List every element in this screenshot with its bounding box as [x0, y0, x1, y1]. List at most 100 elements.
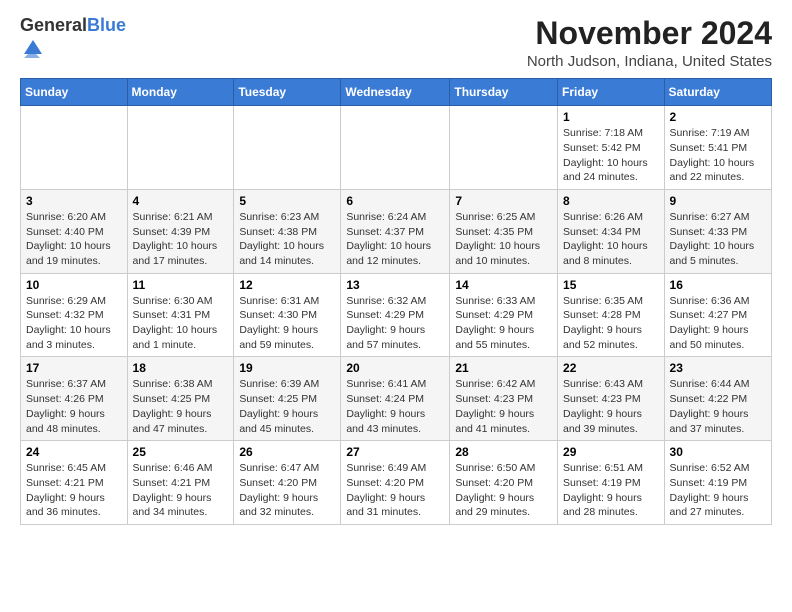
calendar-cell: [127, 106, 234, 190]
calendar-cell: [341, 106, 450, 190]
day-number: 1: [563, 110, 659, 124]
calendar-cell: 24 Sunrise: 6:45 AMSunset: 4:21 PMDayligh…: [21, 441, 128, 525]
calendar-cell: 15 Sunrise: 6:35 AMSunset: 4:28 PMDayligh…: [558, 273, 665, 357]
calendar-cell: 11 Sunrise: 6:30 AMSunset: 4:31 PMDayligh…: [127, 273, 234, 357]
weekday-header-saturday: Saturday: [664, 79, 771, 106]
day-number: 27: [346, 445, 444, 459]
calendar-cell: [21, 106, 128, 190]
weekday-header-monday: Monday: [127, 79, 234, 106]
day-detail: Sunrise: 6:50 AMSunset: 4:20 PMDaylight:…: [455, 461, 552, 520]
day-number: 26: [239, 445, 335, 459]
weekday-header-wednesday: Wednesday: [341, 79, 450, 106]
day-number: 3: [26, 194, 122, 208]
day-number: 19: [239, 361, 335, 375]
day-number: 4: [133, 194, 229, 208]
calendar-cell: 29Sunrise: 6:51 AMSunset: 4:19 PMDayligh…: [558, 441, 665, 525]
day-detail: Sunrise: 6:43 AMSunset: 4:23 PMDaylight:…: [563, 377, 659, 436]
day-detail: Sunrise: 6:37 AMSunset: 4:26 PMDaylight:…: [26, 377, 122, 436]
day-detail: Sunrise: 6:23 AMSunset: 4:38 PMDaylight:…: [239, 210, 335, 269]
day-number: 22: [563, 361, 659, 375]
day-detail: Sunrise: 6:35 AMSunset: 4:28 PMDaylight:…: [563, 294, 659, 353]
day-detail: Sunrise: 6:26 AMSunset: 4:34 PMDaylight:…: [563, 210, 659, 269]
day-number: 11: [133, 278, 229, 292]
calendar-cell: 21Sunrise: 6:42 AMSunset: 4:23 PMDayligh…: [450, 357, 558, 441]
day-number: 28: [455, 445, 552, 459]
calendar-week-row: 1 Sunrise: 7:18 AMSunset: 5:42 PMDaylight…: [21, 106, 772, 190]
calendar-cell: 18 Sunrise: 6:38 AMSunset: 4:25 PMDayligh…: [127, 357, 234, 441]
location-title: North Judson, Indiana, United States: [527, 53, 772, 70]
day-number: 20: [346, 361, 444, 375]
day-number: 2: [670, 110, 766, 124]
day-detail: Sunrise: 7:19 AMSunset: 5:41 PMDaylight:…: [670, 126, 766, 185]
calendar-cell: 27Sunrise: 6:49 AMSunset: 4:20 PMDayligh…: [341, 441, 450, 525]
day-detail: Sunrise: 6:45 AMSunset: 4:21 PMDaylight:…: [26, 461, 122, 520]
calendar-cell: 28 Sunrise: 6:50 AMSunset: 4:20 PMDayligh…: [450, 441, 558, 525]
calendar-cell: 16 Sunrise: 6:36 AMSunset: 4:27 PMDayligh…: [664, 273, 771, 357]
day-detail: Sunrise: 6:41 AMSunset: 4:24 PMDaylight:…: [346, 377, 444, 436]
calendar-cell: 4Sunrise: 6:21 AMSunset: 4:39 PMDaylight…: [127, 189, 234, 273]
weekday-header-tuesday: Tuesday: [234, 79, 341, 106]
day-detail: Sunrise: 6:20 AMSunset: 4:40 PMDaylight:…: [26, 210, 122, 269]
day-detail: Sunrise: 6:51 AMSunset: 4:19 PMDaylight:…: [563, 461, 659, 520]
day-number: 6: [346, 194, 444, 208]
calendar-cell: 8 Sunrise: 6:26 AMSunset: 4:34 PMDaylight…: [558, 189, 665, 273]
day-number: 18: [133, 361, 229, 375]
day-detail: Sunrise: 6:42 AMSunset: 4:23 PMDaylight:…: [455, 377, 552, 436]
calendar-cell: 5 Sunrise: 6:23 AMSunset: 4:38 PMDaylight…: [234, 189, 341, 273]
day-detail: Sunrise: 6:33 AMSunset: 4:29 PMDaylight:…: [455, 294, 552, 353]
calendar-cell: 22 Sunrise: 6:43 AMSunset: 4:23 PMDayligh…: [558, 357, 665, 441]
calendar-week-row: 24 Sunrise: 6:45 AMSunset: 4:21 PMDayligh…: [21, 441, 772, 525]
calendar-cell: 10 Sunrise: 6:29 AMSunset: 4:32 PMDayligh…: [21, 273, 128, 357]
day-detail: Sunrise: 6:30 AMSunset: 4:31 PMDaylight:…: [133, 294, 229, 353]
calendar-table: SundayMondayTuesdayWednesdayThursdayFrid…: [20, 78, 772, 525]
day-detail: Sunrise: 6:31 AMSunset: 4:30 PMDaylight:…: [239, 294, 335, 353]
weekday-header-friday: Friday: [558, 79, 665, 106]
day-detail: Sunrise: 7:18 AMSunset: 5:42 PMDaylight:…: [563, 126, 659, 185]
day-detail: Sunrise: 6:25 AMSunset: 4:35 PMDaylight:…: [455, 210, 552, 269]
day-detail: Sunrise: 6:32 AMSunset: 4:29 PMDaylight:…: [346, 294, 444, 353]
calendar-cell: 20 Sunrise: 6:41 AMSunset: 4:24 PMDayligh…: [341, 357, 450, 441]
day-number: 9: [670, 194, 766, 208]
calendar-cell: 7 Sunrise: 6:25 AMSunset: 4:35 PMDaylight…: [450, 189, 558, 273]
day-number: 10: [26, 278, 122, 292]
page-header: GeneralBlue November 2024 North Judson, …: [20, 16, 772, 70]
day-detail: Sunrise: 6:52 AMSunset: 4:19 PMDaylight:…: [670, 461, 766, 520]
calendar-cell: 3 Sunrise: 6:20 AMSunset: 4:40 PMDaylight…: [21, 189, 128, 273]
calendar-cell: 14 Sunrise: 6:33 AMSunset: 4:29 PMDayligh…: [450, 273, 558, 357]
day-detail: Sunrise: 6:46 AMSunset: 4:21 PMDaylight:…: [133, 461, 229, 520]
day-detail: Sunrise: 6:29 AMSunset: 4:32 PMDaylight:…: [26, 294, 122, 353]
calendar-week-row: 10 Sunrise: 6:29 AMSunset: 4:32 PMDayligh…: [21, 273, 772, 357]
day-detail: Sunrise: 6:38 AMSunset: 4:25 PMDaylight:…: [133, 377, 229, 436]
calendar-cell: 19 Sunrise: 6:39 AMSunset: 4:25 PMDayligh…: [234, 357, 341, 441]
calendar-week-row: 3 Sunrise: 6:20 AMSunset: 4:40 PMDaylight…: [21, 189, 772, 273]
calendar-cell: 6Sunrise: 6:24 AMSunset: 4:37 PMDaylight…: [341, 189, 450, 273]
calendar-cell: 26Sunrise: 6:47 AMSunset: 4:20 PMDayligh…: [234, 441, 341, 525]
day-number: 15: [563, 278, 659, 292]
title-area: November 2024 North Judson, Indiana, Uni…: [527, 16, 772, 70]
day-detail: Sunrise: 6:44 AMSunset: 4:22 PMDaylight:…: [670, 377, 766, 436]
day-number: 14: [455, 278, 552, 292]
calendar-week-row: 17Sunrise: 6:37 AMSunset: 4:26 PMDayligh…: [21, 357, 772, 441]
calendar-cell: 1 Sunrise: 7:18 AMSunset: 5:42 PMDaylight…: [558, 106, 665, 190]
day-detail: Sunrise: 6:39 AMSunset: 4:25 PMDaylight:…: [239, 377, 335, 436]
day-number: 24: [26, 445, 122, 459]
calendar-header: SundayMondayTuesdayWednesdayThursdayFrid…: [21, 79, 772, 106]
month-title: November 2024: [527, 16, 772, 51]
calendar-cell: 30 Sunrise: 6:52 AMSunset: 4:19 PMDayligh…: [664, 441, 771, 525]
calendar-cell: 23Sunrise: 6:44 AMSunset: 4:22 PMDayligh…: [664, 357, 771, 441]
day-detail: Sunrise: 6:36 AMSunset: 4:27 PMDaylight:…: [670, 294, 766, 353]
day-number: 30: [670, 445, 766, 459]
day-number: 16: [670, 278, 766, 292]
day-number: 8: [563, 194, 659, 208]
logo-blue-text: Blue: [87, 15, 126, 35]
calendar-cell: 9 Sunrise: 6:27 AMSunset: 4:33 PMDaylight…: [664, 189, 771, 273]
calendar-cell: [450, 106, 558, 190]
day-number: 7: [455, 194, 552, 208]
day-number: 12: [239, 278, 335, 292]
calendar-cell: [234, 106, 341, 190]
weekday-header-sunday: Sunday: [21, 79, 128, 106]
calendar-cell: 17Sunrise: 6:37 AMSunset: 4:26 PMDayligh…: [21, 357, 128, 441]
day-detail: Sunrise: 6:27 AMSunset: 4:33 PMDaylight:…: [670, 210, 766, 269]
day-number: 5: [239, 194, 335, 208]
logo-general-text: General: [20, 15, 87, 35]
